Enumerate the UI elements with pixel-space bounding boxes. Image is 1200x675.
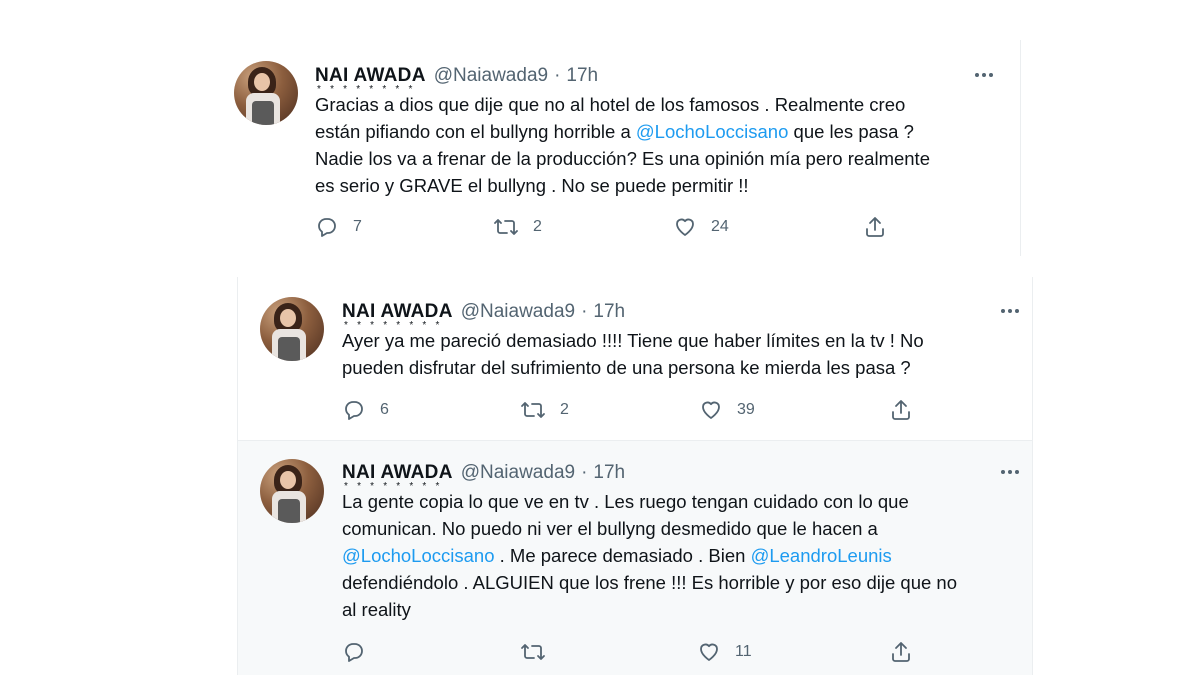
tweet-text-line: están pifiando con el bullyng horrible a…: [315, 118, 1015, 145]
mention-link[interactable]: @LeandroLeunis: [751, 545, 892, 566]
tweet-text-segment: Gracias a dios que dije que no al hotel …: [315, 94, 906, 115]
tweet[interactable]: NAI AWADA * * * * * * * * @Naiawada9 · 17…: [237, 441, 1033, 675]
heart-icon: [702, 401, 720, 419]
retweet-count: 2: [560, 401, 569, 418]
timestamp[interactable]: 17h: [593, 301, 625, 323]
tweet-text-segment: defendiéndolo . ALGUIEN que los frene !!…: [342, 572, 957, 593]
tweet-text-line: pueden disfrutar del sufrimiento de una …: [342, 354, 1022, 381]
tweet-text-segment: . Me parece demasiado . Bien: [494, 545, 751, 566]
share-icon: [866, 217, 884, 237]
more-horizontal-icon[interactable]: [1001, 470, 1019, 474]
display-name[interactable]: NAI AWADA * * * * * * * *: [315, 65, 426, 95]
timestamp[interactable]: 17h: [566, 65, 598, 87]
user-handle[interactable]: @Naiawada9: [461, 462, 575, 484]
reply-icon: [345, 643, 363, 662]
retweet-button[interactable]: 2: [520, 398, 569, 422]
retweet-button[interactable]: 2: [493, 215, 542, 239]
like-count: 11: [735, 643, 752, 660]
more-horizontal-icon[interactable]: [1001, 309, 1019, 313]
reply-button[interactable]: [342, 640, 366, 664]
share-button[interactable]: [889, 398, 913, 422]
timestamp[interactable]: 17h: [593, 462, 625, 484]
share-icon: [892, 400, 910, 420]
tweet-text: Gracias a dios que dije que no al hotel …: [315, 91, 1015, 199]
tweet-text-line: comunican. No puedo ni ver el bullyng de…: [342, 515, 1022, 542]
reply-icon: [318, 218, 336, 237]
tweet-text-segment: Ayer ya me pareció demasiado !!!! Tiene …: [342, 330, 924, 351]
tweet-text-segment: están pifiando con el bullyng horrible a: [315, 121, 636, 142]
like-button[interactable]: 24: [673, 215, 729, 239]
tweet-text-line: al reality: [342, 596, 1022, 623]
tweet-text-segment: comunican. No puedo ni ver el bullyng de…: [342, 518, 878, 539]
like-count: 24: [711, 218, 729, 235]
tweet-text-segment: La gente copia lo que ve en tv . Les rue…: [342, 491, 909, 512]
more-horizontal-icon[interactable]: [975, 73, 993, 77]
heart-icon: [676, 218, 694, 236]
share-button[interactable]: [863, 215, 887, 239]
like-button[interactable]: 11: [697, 640, 752, 664]
separator: ·: [581, 301, 588, 322]
tweet-text-segment: es serio y GRAVE el bullyng . No se pued…: [315, 175, 749, 196]
tweet-text-line: Gracias a dios que dije que no al hotel …: [315, 91, 1015, 118]
avatar[interactable]: [260, 459, 324, 523]
tweet-text-line: La gente copia lo que ve en tv . Les rue…: [342, 488, 1022, 515]
tweet-text-segment: pueden disfrutar del sufrimiento de una …: [342, 357, 911, 378]
tweet-text-segment: Nadie los va a frenar de la producción? …: [315, 148, 930, 169]
share-icon: [892, 642, 910, 662]
tweet-header: NAI AWADA * * * * * * * * @Naiawada9 · 17…: [342, 462, 625, 492]
avatar[interactable]: [234, 61, 298, 125]
reply-button[interactable]: 7: [315, 215, 362, 239]
mention-link[interactable]: @LochoLoccisano: [636, 121, 789, 142]
heart-icon: [700, 643, 718, 661]
reply-button[interactable]: 6: [342, 398, 389, 422]
display-name[interactable]: NAI AWADA * * * * * * * *: [342, 301, 453, 331]
tweet-text-line: @LochoLoccisano . Me parece demasiado . …: [342, 542, 1022, 569]
tweet-text: Ayer ya me pareció demasiado !!!! Tiene …: [342, 327, 1022, 381]
share-button[interactable]: [889, 640, 913, 664]
display-name[interactable]: NAI AWADA * * * * * * * *: [342, 462, 453, 492]
reply-icon: [345, 401, 363, 420]
user-handle[interactable]: @Naiawada9: [461, 301, 575, 323]
reply-count: 6: [380, 401, 389, 418]
retweet-count: 2: [533, 218, 542, 235]
retweet-icon: [521, 402, 545, 418]
retweet-button[interactable]: [520, 640, 546, 664]
user-handle[interactable]: @Naiawada9: [434, 65, 548, 87]
tweet-header: NAI AWADA * * * * * * * * @Naiawada9 · 17…: [342, 301, 625, 331]
tweet[interactable]: NAI AWADA * * * * * * * * @Naiawada9 · 17…: [212, 40, 1021, 256]
tweet-header: NAI AWADA * * * * * * * * @Naiawada9 · 17…: [315, 65, 598, 95]
reply-count: 7: [353, 218, 362, 235]
tweet-text-line: es serio y GRAVE el bullyng . No se pued…: [315, 172, 1015, 199]
tweet[interactable]: NAI AWADA * * * * * * * * @Naiawada9 · 17…: [237, 277, 1033, 441]
tweet-text-line: defendiéndolo . ALGUIEN que los frene !!…: [342, 569, 1022, 596]
tweet-text: La gente copia lo que ve en tv . Les rue…: [342, 488, 1022, 623]
tweet-text-segment: al reality: [342, 599, 411, 620]
avatar[interactable]: [260, 297, 324, 361]
like-button[interactable]: 39: [699, 398, 755, 422]
separator: ·: [554, 65, 561, 86]
retweet-icon: [521, 644, 545, 660]
mention-link[interactable]: @LochoLoccisano: [342, 545, 495, 566]
separator: ·: [581, 462, 588, 483]
tweet-text-segment: que les pasa ?: [788, 121, 914, 142]
tweet-text-line: Nadie los va a frenar de la producción? …: [315, 145, 1015, 172]
retweet-icon: [494, 219, 518, 235]
like-count: 39: [737, 401, 755, 418]
tweet-text-line: Ayer ya me pareció demasiado !!!! Tiene …: [342, 327, 1022, 354]
